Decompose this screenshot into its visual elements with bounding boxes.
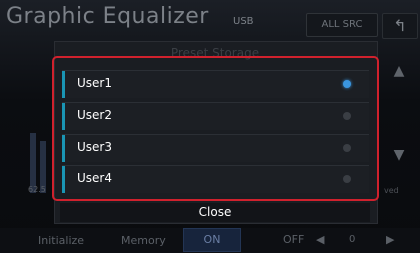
triangle-left-icon: ◀: [316, 233, 325, 246]
close-button[interactable]: Close: [60, 203, 370, 222]
scroll-up-button[interactable]: ▲: [384, 58, 414, 84]
memory-button[interactable]: Memory: [121, 234, 166, 247]
value-display: 0: [349, 234, 356, 245]
scroll-down-button[interactable]: ▼: [384, 142, 414, 168]
eq-frequency-label: 62.5: [28, 185, 46, 194]
decrease-button[interactable]: ◀: [316, 233, 324, 246]
arrow-down-icon: ▼: [393, 147, 405, 163]
all-src-button[interactable]: ALL SRC: [306, 13, 378, 37]
side-label: ved: [384, 186, 399, 195]
on-button[interactable]: ON: [183, 228, 241, 252]
selection-highlight: [52, 56, 379, 201]
off-button[interactable]: OFF: [283, 233, 304, 246]
triangle-right-icon: ▶: [386, 233, 395, 246]
back-button[interactable]: ↰: [382, 13, 418, 39]
back-arrow-icon: ↰: [393, 16, 407, 35]
increase-button[interactable]: ▶: [386, 233, 394, 246]
arrow-up-icon: ▲: [393, 63, 405, 79]
source-label: USB: [233, 16, 254, 27]
page-title: Graphic Equalizer: [6, 4, 209, 29]
eq-band-bar: [30, 133, 36, 193]
initialize-button[interactable]: Initialize: [38, 234, 84, 247]
